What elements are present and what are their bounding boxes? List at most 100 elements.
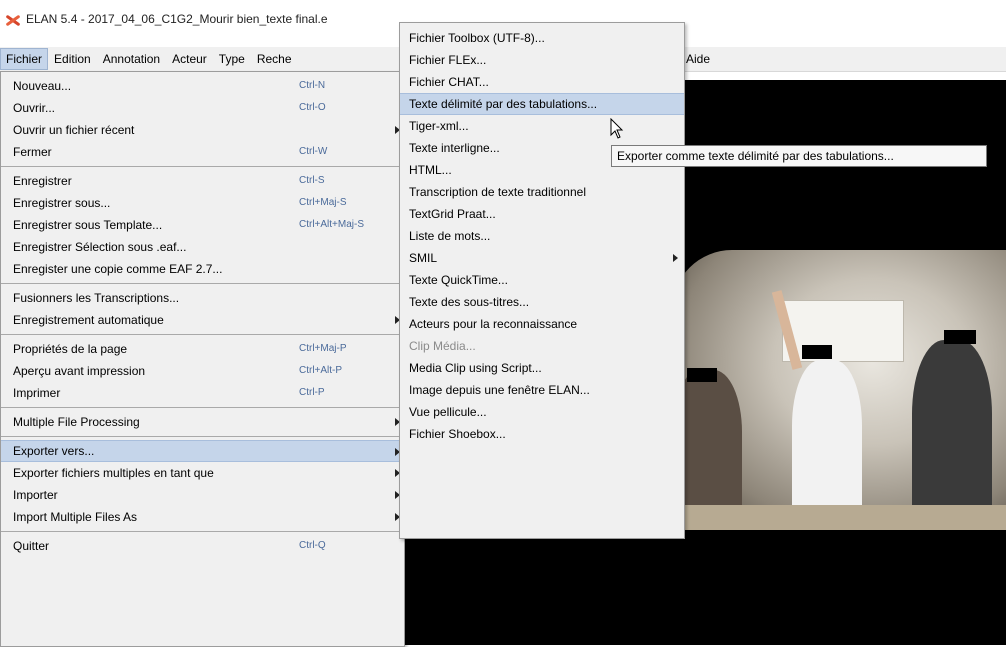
menu-item-enregistrement-automatique[interactable]: Enregistrement automatique xyxy=(1,309,404,331)
mouse-cursor-icon xyxy=(610,118,624,139)
menu-separator xyxy=(1,334,404,335)
menu-item-exporter-vers[interactable]: Exporter vers... xyxy=(1,440,404,462)
shortcut-label: Ctrl+Alt-P xyxy=(299,365,343,376)
export-item-chat[interactable]: Fichier CHAT... xyxy=(400,71,684,93)
shortcut-label: Ctrl-W xyxy=(299,146,328,157)
menu-type[interactable]: Type xyxy=(213,48,251,70)
menu-item-label: Ouvrir un fichier récent xyxy=(13,123,135,137)
menu-item-multiple-file-processing[interactable]: Multiple File Processing xyxy=(1,411,404,433)
shortcut-label: Ctrl-Q xyxy=(299,540,326,551)
export-item-flex[interactable]: Fichier FLEx... xyxy=(400,49,684,71)
menu-item-proprietes-page[interactable]: Propriétés de la page Ctrl+Maj-P xyxy=(1,338,404,360)
menu-item-label: Enregistrer xyxy=(13,174,72,188)
menu-item-enregistrer-selection[interactable]: Enregistrer Sélection sous .eaf... xyxy=(1,236,404,258)
menu-item-label: Enregistrer sous... xyxy=(13,196,111,210)
menu-aide[interactable]: Aide xyxy=(680,48,716,70)
export-item-praat[interactable]: TextGrid Praat... xyxy=(400,203,684,225)
menu-separator xyxy=(1,283,404,284)
export-item-toolbox[interactable]: Fichier Toolbox (UTF-8)... xyxy=(400,27,684,49)
menu-item-label: Multiple File Processing xyxy=(13,415,140,429)
menu-item-ouvrir-recent[interactable]: Ouvrir un fichier récent xyxy=(1,119,404,141)
menu-item-label: Texte interligne... xyxy=(409,141,500,155)
menu-item-fusionner[interactable]: Fusionners les Transcriptions... xyxy=(1,287,404,309)
menu-item-label: Exporter fichiers multiples en tant que xyxy=(13,466,214,480)
export-item-tab-delimited[interactable]: Texte délimité par des tabulations... xyxy=(400,93,684,115)
menu-item-label: Texte délimité par des tabulations... xyxy=(409,97,598,111)
whiteboard xyxy=(782,300,904,362)
menu-item-enregistrer-copie[interactable]: Enregister une copie comme EAF 2.7... xyxy=(1,258,404,280)
shortcut-label: Ctrl+Alt+Maj-S xyxy=(299,219,365,230)
menu-item-label: Fichier CHAT... xyxy=(409,75,489,89)
menu-item-label: Nouveau... xyxy=(13,79,72,93)
shortcut-label: Ctrl-N xyxy=(299,80,326,91)
window-title: ELAN 5.4 - 2017_04_06_C1G2_Mourir bien_t… xyxy=(26,11,328,26)
person-center xyxy=(792,360,862,525)
menu-item-label: HTML... xyxy=(409,163,452,177)
export-item-wordlist[interactable]: Liste de mots... xyxy=(400,225,684,247)
menu-item-import-multiple[interactable]: Import Multiple Files As xyxy=(1,506,404,528)
menu-separator xyxy=(1,436,404,437)
menu-separator xyxy=(1,407,404,408)
export-item-quicktime[interactable]: Texte QuickTime... xyxy=(400,269,684,291)
menu-item-label: Import Multiple Files As xyxy=(13,510,138,524)
menu-item-enregistrer-template[interactable]: Enregistrer sous Template... Ctrl+Alt+Ma… xyxy=(1,214,404,236)
export-item-shoebox[interactable]: Fichier Shoebox... xyxy=(400,423,684,445)
export-item-smil[interactable]: SMIL xyxy=(400,247,684,269)
menu-separator xyxy=(1,166,404,167)
video-frame xyxy=(672,250,1006,530)
menu-item-importer[interactable]: Importer xyxy=(1,484,404,506)
menu-item-label: Fusionners les Transcriptions... xyxy=(13,291,180,305)
menu-recherche[interactable]: Reche xyxy=(251,48,298,70)
shortcut-label: Ctrl+Maj-P xyxy=(299,343,347,354)
fichier-menu: Nouveau... Ctrl-N Ouvrir... Ctrl-O Ouvri… xyxy=(0,71,405,647)
export-item-subtitles[interactable]: Texte des sous-titres... xyxy=(400,291,684,313)
export-item-clip-media: Clip Média... xyxy=(400,335,684,357)
menu-item-label: Ouvrir... xyxy=(13,101,56,115)
menu-item-label: Fichier Toolbox (UTF-8)... xyxy=(409,31,545,45)
export-item-filmstrip[interactable]: Vue pellicule... xyxy=(400,401,684,423)
menu-item-label: Enregistrer Sélection sous .eaf... xyxy=(13,240,187,254)
menu-item-label: Enregistrer sous Template... xyxy=(13,218,163,232)
export-item-recognizer-tiers[interactable]: Acteurs pour la reconnaissance xyxy=(400,313,684,335)
menu-edition[interactable]: Edition xyxy=(48,48,97,70)
menu-item-fermer[interactable]: Fermer Ctrl-W xyxy=(1,141,404,163)
shortcut-label: Ctrl-O xyxy=(299,102,326,113)
menu-item-label: Fichier Shoebox... xyxy=(409,427,506,441)
floor xyxy=(672,505,1006,530)
export-item-traditional-transcript[interactable]: Transcription de texte traditionnel xyxy=(400,181,684,203)
export-item-tiger-xml[interactable]: Tiger-xml... xyxy=(400,115,684,137)
menu-item-label: Enregistrement automatique xyxy=(13,313,164,327)
submenu-arrow-icon xyxy=(673,254,678,262)
person-right xyxy=(912,340,992,525)
menu-item-label: Fermer xyxy=(13,145,52,159)
menu-item-enregistrer[interactable]: Enregistrer Ctrl-S xyxy=(1,170,404,192)
menu-item-apercu[interactable]: Aperçu avant impression Ctrl+Alt-P xyxy=(1,360,404,382)
censor-bar xyxy=(687,368,717,382)
menu-item-label: Exporter vers... xyxy=(13,444,95,458)
menu-item-label: Transcription de texte traditionnel xyxy=(409,185,586,199)
menu-acteur[interactable]: Acteur xyxy=(166,48,213,70)
menu-item-label: Quitter xyxy=(13,539,50,553)
menu-item-imprimer[interactable]: Imprimer Ctrl-P xyxy=(1,382,404,404)
tooltip: Exporter comme texte délimité par des ta… xyxy=(611,145,987,167)
menu-item-ouvrir[interactable]: Ouvrir... Ctrl-O xyxy=(1,97,404,119)
shortcut-label: Ctrl-P xyxy=(299,387,325,398)
menu-item-label: Tiger-xml... xyxy=(409,119,469,133)
menu-item-enregistrer-sous[interactable]: Enregistrer sous... Ctrl+Maj-S xyxy=(1,192,404,214)
menu-item-label: Imprimer xyxy=(13,386,61,400)
export-item-image[interactable]: Image depuis une fenêtre ELAN... xyxy=(400,379,684,401)
menu-item-label: Importer xyxy=(13,488,58,502)
export-item-clip-script[interactable]: Media Clip using Script... xyxy=(400,357,684,379)
elan-logo-icon xyxy=(4,13,22,27)
menu-item-label: Texte des sous-titres... xyxy=(409,295,530,309)
export-submenu: Fichier Toolbox (UTF-8)... Fichier FLEx.… xyxy=(399,22,685,539)
menu-item-nouveau[interactable]: Nouveau... Ctrl-N xyxy=(1,75,404,97)
menu-annotation[interactable]: Annotation xyxy=(97,48,166,70)
shortcut-label: Ctrl-S xyxy=(299,175,325,186)
menu-fichier[interactable]: Fichier xyxy=(0,48,49,70)
menu-item-label: Acteurs pour la reconnaissance xyxy=(409,317,578,331)
menu-item-exporter-multiples[interactable]: Exporter fichiers multiples en tant que xyxy=(1,462,404,484)
menu-item-label: Texte QuickTime... xyxy=(409,273,508,287)
menu-item-quitter[interactable]: Quitter Ctrl-Q xyxy=(1,535,404,557)
menu-item-label: Fichier FLEx... xyxy=(409,53,487,67)
